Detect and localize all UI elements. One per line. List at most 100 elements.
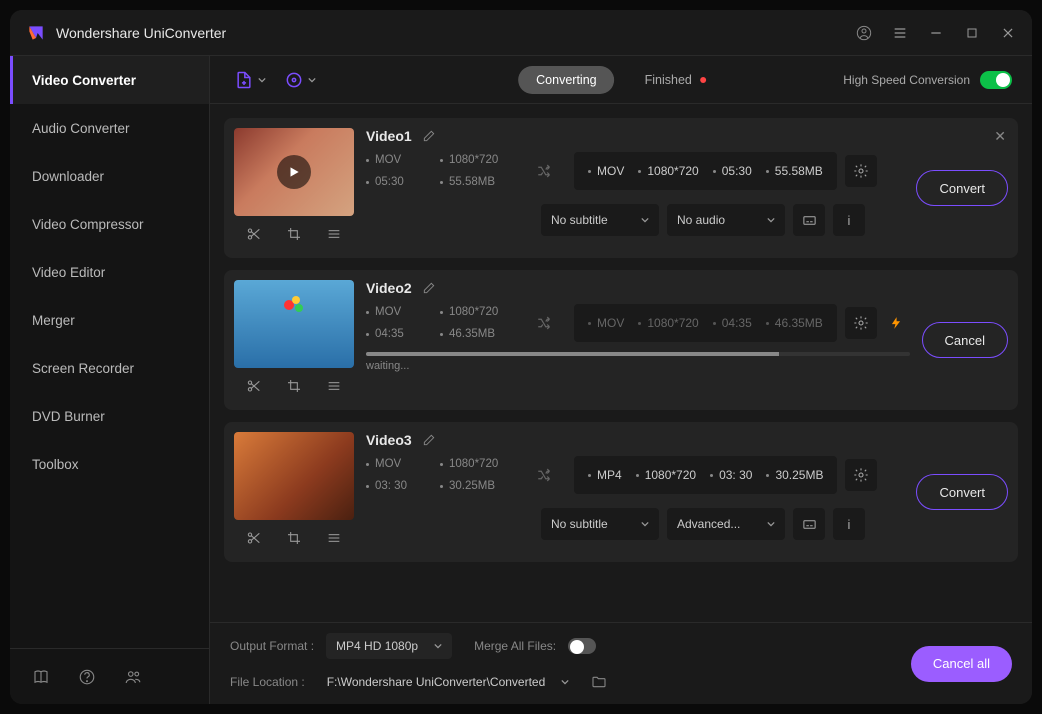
- out-resolution: 1080*720: [647, 164, 698, 178]
- video-thumbnail[interactable]: [234, 280, 354, 368]
- subtitle-dropdown[interactable]: No subtitle: [541, 508, 659, 540]
- help-icon[interactable]: [78, 668, 96, 686]
- dropdown-value: No audio: [677, 213, 725, 227]
- effects-icon[interactable]: [324, 528, 344, 548]
- titlebar: Wondershare UniConverter: [10, 10, 1032, 56]
- cancel-all-button[interactable]: Cancel all: [911, 646, 1012, 682]
- tab-label: Converting: [536, 73, 596, 87]
- user-icon[interactable]: [856, 25, 872, 41]
- chevron-down-icon: [434, 642, 442, 650]
- output-settings[interactable]: MOV 1080*720 04:35 46.35MB: [574, 304, 837, 342]
- chevron-down-icon: [767, 216, 775, 224]
- convert-arrow-icon: [536, 466, 554, 484]
- output-settings[interactable]: MP4 1080*720 03: 30 30.25MB: [574, 456, 837, 494]
- video-list: ✕: [210, 104, 1032, 622]
- maximize-icon[interactable]: [964, 25, 980, 41]
- effects-icon[interactable]: [324, 376, 344, 396]
- merge-toggle[interactable]: [568, 638, 596, 654]
- sidebar-item-downloader[interactable]: Downloader: [10, 152, 209, 200]
- cut-icon[interactable]: [244, 224, 264, 244]
- src-format: MOV: [375, 154, 401, 166]
- tab-converting[interactable]: Converting: [518, 66, 614, 94]
- minimize-icon[interactable]: [928, 25, 944, 41]
- video-thumbnail[interactable]: [234, 432, 354, 520]
- src-size: 55.58MB: [449, 176, 495, 188]
- tab-finished[interactable]: Finished: [627, 73, 724, 87]
- sidebar-item-label: Merger: [32, 313, 75, 328]
- src-size: 30.25MB: [449, 480, 495, 492]
- video-thumbnail[interactable]: [234, 128, 354, 216]
- edit-title-icon[interactable]: [422, 129, 436, 143]
- sidebar-item-video-editor[interactable]: Video Editor: [10, 248, 209, 296]
- subtitle-file-icon[interactable]: [793, 204, 825, 236]
- chevron-down-icon: [308, 76, 316, 84]
- video-title: Video3: [366, 432, 412, 448]
- cut-icon[interactable]: [244, 376, 264, 396]
- main-panel: Converting Finished High Speed Conversio…: [210, 56, 1032, 704]
- crop-icon[interactable]: [284, 224, 304, 244]
- src-size: 46.35MB: [449, 328, 495, 340]
- guide-icon[interactable]: [32, 668, 50, 686]
- sidebar-item-label: DVD Burner: [32, 409, 105, 424]
- dropdown-value: F:\Wondershare UniConverter\Converted: [327, 675, 546, 689]
- hsc-toggle[interactable]: [980, 71, 1012, 89]
- output-format-dropdown[interactable]: MP4 HD 1080p: [326, 633, 452, 659]
- card-close-button[interactable]: ✕: [994, 128, 1006, 145]
- sidebar-item-video-compressor[interactable]: Video Compressor: [10, 200, 209, 248]
- file-location-label: File Location :: [230, 675, 305, 689]
- contacts-icon[interactable]: [124, 668, 142, 686]
- add-dvd-button[interactable]: [280, 66, 320, 94]
- sidebar-item-dvd-burner[interactable]: DVD Burner: [10, 392, 209, 440]
- out-duration: 04:35: [722, 316, 752, 330]
- cancel-button[interactable]: Cancel: [922, 322, 1008, 358]
- dropdown-value: No subtitle: [551, 517, 608, 531]
- sidebar-item-screen-recorder[interactable]: Screen Recorder: [10, 344, 209, 392]
- out-size: 30.25MB: [775, 468, 823, 482]
- cut-icon[interactable]: [244, 528, 264, 548]
- sidebar-item-label: Downloader: [32, 169, 104, 184]
- subtitle-dropdown[interactable]: No subtitle: [541, 204, 659, 236]
- app-title: Wondershare UniConverter: [56, 25, 856, 41]
- info-icon[interactable]: i: [833, 508, 865, 540]
- close-icon[interactable]: [1000, 25, 1016, 41]
- settings-icon[interactable]: [845, 459, 877, 491]
- video-title: Video1: [366, 128, 412, 144]
- convert-button[interactable]: Convert: [916, 474, 1008, 510]
- audio-dropdown[interactable]: Advanced...: [667, 508, 785, 540]
- settings-icon[interactable]: [845, 307, 877, 339]
- notification-dot-icon: [700, 77, 706, 83]
- sidebar-item-audio-converter[interactable]: Audio Converter: [10, 104, 209, 152]
- effects-icon[interactable]: [324, 224, 344, 244]
- convert-button[interactable]: Convert: [916, 170, 1008, 206]
- crop-icon[interactable]: [284, 376, 304, 396]
- open-folder-icon[interactable]: [591, 674, 607, 690]
- sidebar-item-merger[interactable]: Merger: [10, 296, 209, 344]
- button-label: Cancel: [945, 333, 985, 348]
- play-icon: [277, 155, 311, 189]
- video-card: ✕: [224, 118, 1018, 258]
- src-duration: 05:30: [375, 176, 404, 188]
- menu-icon[interactable]: [892, 25, 908, 41]
- info-icon[interactable]: i: [833, 204, 865, 236]
- dropdown-value: MP4 HD 1080p: [336, 639, 418, 653]
- button-label: Convert: [939, 485, 985, 500]
- out-format: MP4: [597, 468, 622, 482]
- sidebar-item-video-converter[interactable]: Video Converter: [10, 56, 209, 104]
- subtitle-file-icon[interactable]: [793, 508, 825, 540]
- audio-dropdown[interactable]: No audio: [667, 204, 785, 236]
- sidebar-item-toolbox[interactable]: Toolbox: [10, 440, 209, 488]
- progress-bar: [366, 352, 910, 356]
- video-card: Video3 MOV 1080*720 03: 30: [224, 422, 1018, 562]
- file-location-dropdown[interactable]: F:\Wondershare UniConverter\Converted: [317, 669, 580, 695]
- output-settings[interactable]: MOV 1080*720 05:30 55.58MB: [574, 152, 837, 190]
- status-text: waiting...: [366, 360, 910, 372]
- edit-title-icon[interactable]: [422, 281, 436, 295]
- src-duration: 03: 30: [375, 480, 407, 492]
- add-file-button[interactable]: [230, 66, 270, 94]
- app-logo-icon: [26, 23, 46, 43]
- settings-icon[interactable]: [845, 155, 877, 187]
- sidebar-item-label: Screen Recorder: [32, 361, 134, 376]
- crop-icon[interactable]: [284, 528, 304, 548]
- src-format: MOV: [375, 458, 401, 470]
- edit-title-icon[interactable]: [422, 433, 436, 447]
